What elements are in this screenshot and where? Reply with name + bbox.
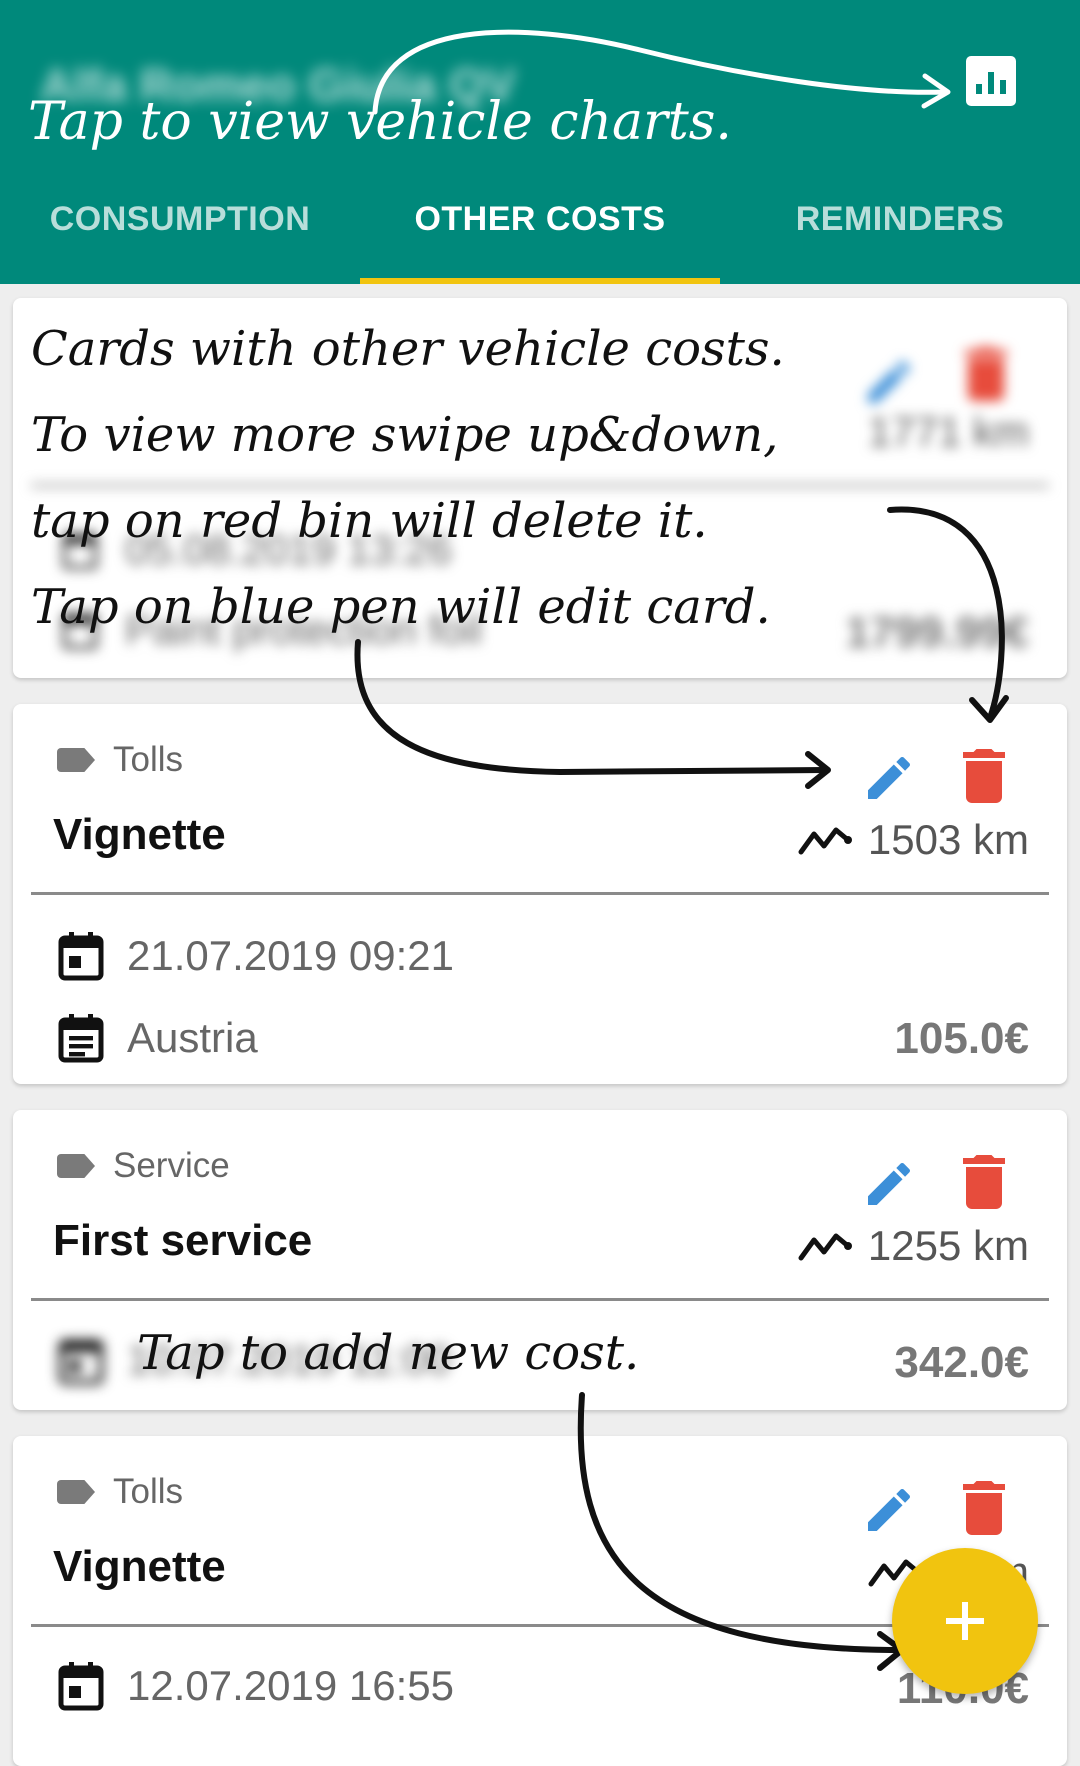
calendar-icon xyxy=(58,932,104,981)
tab-consumption[interactable]: CONSUMPTION xyxy=(40,200,320,248)
category-label: Tolls xyxy=(113,740,184,779)
category-label: Service xyxy=(113,1146,230,1185)
odometer: 1503 km xyxy=(798,816,1029,864)
plus-icon xyxy=(946,1602,984,1640)
odometer: 1771 km xyxy=(867,408,1029,455)
cost-card[interactable]: 1771 km 05.08.2019 13:26 Paint protectio… xyxy=(13,298,1067,678)
add-cost-button[interactable] xyxy=(892,1548,1038,1694)
calendar-icon xyxy=(58,1662,104,1711)
tab-reminders[interactable]: REMINDERS xyxy=(760,200,1040,248)
price: 342.0€ xyxy=(894,1338,1029,1387)
category-row: Tolls xyxy=(57,1472,183,1512)
calendar-icon xyxy=(58,1339,104,1385)
cost-title: Vignette xyxy=(53,810,226,859)
note-row: Austria xyxy=(57,1012,258,1064)
trend-icon xyxy=(798,827,852,855)
date-row: 21.07.2019 09:21 xyxy=(57,930,454,982)
tutorial-charts-hint: Tap to view vehicle charts. xyxy=(28,92,732,152)
trend-icon xyxy=(798,1233,852,1261)
price: 1799.99€ xyxy=(845,608,1029,657)
delete-icon[interactable] xyxy=(965,346,1007,407)
bar-chart-icon xyxy=(1000,80,1006,94)
category-label: Tolls xyxy=(113,1472,184,1511)
tab-other-costs[interactable]: OTHER COSTS xyxy=(360,200,720,248)
tag-icon xyxy=(57,1154,95,1178)
edit-icon[interactable] xyxy=(861,750,921,810)
tutorial-cards-hint: Cards with other vehicle costs. To view … xyxy=(31,321,785,635)
delete-icon[interactable] xyxy=(963,1154,1007,1212)
tag-icon xyxy=(57,748,95,772)
card-divider xyxy=(31,1298,1049,1301)
tutorial-add-hint: Tap to add new cost. xyxy=(137,1325,640,1381)
category-row: Service xyxy=(57,1146,230,1186)
edit-icon[interactable] xyxy=(861,1482,921,1542)
category-row: Tolls xyxy=(57,740,183,780)
tab-indicator xyxy=(360,278,720,284)
edit-icon[interactable] xyxy=(861,1156,921,1216)
edit-icon[interactable] xyxy=(861,354,917,415)
bar-chart-icon xyxy=(976,84,982,94)
card-divider xyxy=(31,892,1049,895)
delete-icon[interactable] xyxy=(963,748,1007,806)
bar-chart-icon xyxy=(988,72,994,94)
tag-icon xyxy=(57,1480,95,1504)
odometer: 1255 km xyxy=(798,1222,1029,1270)
cost-card[interactable]: Tolls Vignette 1503 km 21.07.2019 09:21 … xyxy=(13,704,1067,1084)
date-row: 12.07.2019 16:55 xyxy=(57,1660,454,1712)
cost-card[interactable]: Service First service 1255 km 10.07.2019… xyxy=(13,1110,1067,1410)
note-icon xyxy=(58,1014,104,1063)
vehicle-charts-button[interactable] xyxy=(966,56,1016,106)
cost-title: Vignette xyxy=(53,1542,226,1591)
delete-icon[interactable] xyxy=(963,1480,1007,1538)
price: 105.0€ xyxy=(894,1014,1029,1063)
cost-title: First service xyxy=(53,1216,313,1265)
